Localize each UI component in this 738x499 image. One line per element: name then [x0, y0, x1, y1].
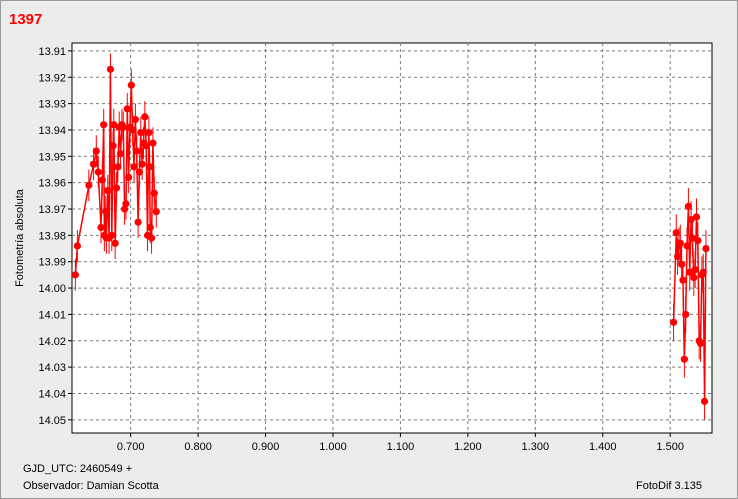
y-tick-label: 14.04 [38, 388, 66, 400]
x-tick-label: 0.900 [252, 441, 280, 453]
data-point [104, 186, 112, 195]
data-point [699, 268, 707, 276]
data-point [134, 218, 142, 226]
data-point [146, 223, 154, 232]
data-point [679, 276, 687, 284]
data-point [73, 242, 81, 250]
software-label: FotoDif 3.135 [636, 480, 703, 492]
y-tick-label: 13.91 [38, 46, 66, 58]
x-tick-label: 1.200 [454, 441, 482, 453]
data-point [127, 81, 135, 89]
data-point [98, 176, 106, 184]
data-point [106, 65, 115, 73]
data-point [125, 173, 133, 181]
data-point [152, 208, 160, 216]
data-point [102, 208, 110, 216]
y-tick-label: 14.01 [38, 309, 66, 321]
data-point [702, 244, 710, 253]
data-point [71, 271, 79, 279]
data-point [691, 266, 699, 274]
data-point [131, 115, 139, 124]
data-point [94, 168, 102, 176]
data-point [696, 339, 705, 348]
data-point [690, 273, 698, 282]
y-tick-label: 13.99 [38, 257, 66, 269]
data-point [694, 237, 702, 245]
data-point [692, 213, 701, 221]
data-point [141, 113, 149, 121]
data-point [100, 121, 108, 129]
data-point [97, 223, 105, 232]
data-point [109, 142, 117, 150]
data-point [676, 239, 684, 247]
data-point [138, 160, 146, 168]
plot-area [71, 42, 713, 434]
y-tick-label: 13.97 [38, 204, 66, 216]
data-point [147, 234, 156, 242]
data-point [92, 147, 100, 155]
data-point [108, 231, 116, 239]
y-tick-label: 13.96 [38, 178, 66, 190]
y-axis-title: Fotometría absoluta [14, 188, 26, 287]
data-point [111, 239, 119, 247]
data-point [683, 242, 691, 250]
data-point [85, 181, 93, 189]
y-tick-label: 14.00 [38, 283, 66, 295]
data-point [700, 397, 709, 405]
y-tick-label: 13.92 [38, 72, 66, 84]
y-tick-label: 14.02 [38, 336, 66, 348]
y-tick-label: 13.93 [38, 99, 66, 111]
y-tick-label: 14.03 [38, 362, 66, 374]
data-point [119, 123, 127, 131]
data-point [150, 189, 158, 197]
x-tick-labels: 0.700 0.800 0.900 1.000 1.100 1.200 1.300 1.400… [117, 441, 684, 453]
x-tick-label: 1.500 [656, 441, 684, 453]
y-tick-label: 13.94 [38, 125, 66, 137]
gjd-label: GJD_UTC: 2460549 + [23, 463, 133, 475]
chart-svg: 13.91 13.92 13.93 13.94 13.95 13.96 13.97 13.98… [14, 42, 713, 453]
y-tick-label: 13.95 [38, 151, 66, 163]
data-point [149, 139, 157, 147]
x-tick-label: 1.000 [319, 441, 347, 453]
data-point [145, 128, 153, 137]
x-tick-label: 0.800 [184, 441, 212, 453]
data-point [682, 310, 690, 319]
data-point [680, 355, 688, 363]
data-point [112, 184, 121, 192]
data-point [116, 150, 125, 158]
chart-window: 1397 13.91 13.92 13.93 13.94 13.95 13.96 13.97… [0, 0, 738, 499]
data-point [133, 147, 141, 155]
y-tick-label: 14.05 [38, 415, 66, 427]
x-tick-label: 1.100 [387, 441, 415, 453]
data-point [669, 318, 678, 326]
y-tick-labels: 13.91 13.92 13.93 13.94 13.95 13.96 13.97 13.98… [38, 46, 66, 427]
data-point [123, 105, 131, 113]
x-tick-label: 1.400 [589, 441, 617, 453]
x-tick-label: 1.300 [522, 441, 550, 453]
data-point [678, 260, 686, 268]
x-tick-label: 0.700 [117, 441, 145, 453]
observer-label: Observador: Damian Scotta [23, 480, 159, 492]
data-point [122, 200, 130, 208]
y-tick-label: 13.98 [38, 230, 66, 242]
data-point [145, 163, 154, 171]
